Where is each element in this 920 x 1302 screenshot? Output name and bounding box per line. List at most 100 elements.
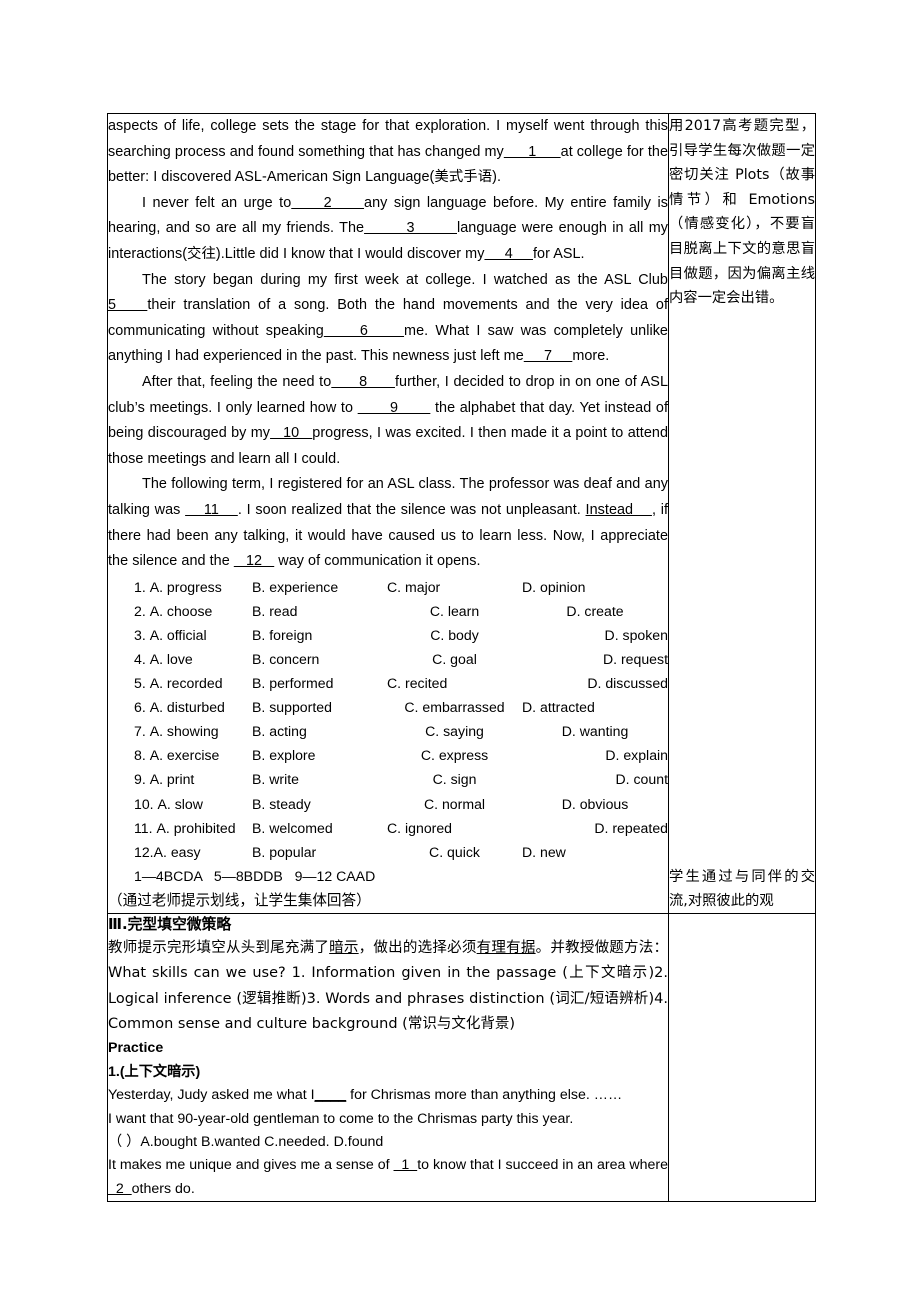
options-list: 1. A. progress B. experience C. major D.… xyxy=(108,575,668,864)
side-note-cell-bottom: 学生通过与同伴的交流,对照彼此的观 xyxy=(668,869,816,1203)
table-row-passage: aspects of life, college sets the stage … xyxy=(107,113,816,914)
option-number-and-a: 9. A. print xyxy=(134,771,195,788)
option-row: 7. A. showing B. acting C. saying D. wan… xyxy=(108,719,668,743)
blank-1: 1 xyxy=(503,143,561,160)
option-number-and-a: 1. A. progress xyxy=(134,578,222,595)
intro-pre: 教师提示完形填空从头到尾充满了 xyxy=(108,939,330,956)
blank-12: 12 xyxy=(233,553,275,570)
option-b: B. write xyxy=(252,771,299,788)
document-page: aspects of life, college sets the stage … xyxy=(0,0,920,1302)
blank-11: 11 xyxy=(185,501,238,518)
q1-post: for Chrismas more than anything else. …… xyxy=(346,1087,623,1104)
option-c: C. learn xyxy=(429,602,480,619)
teacher-instruction-note: （通过老师提示划线，让学生集体回答） xyxy=(108,891,371,909)
passage-paragraph: The story began during my first week at … xyxy=(108,271,669,365)
option-d: D. repeated xyxy=(594,819,668,836)
option-c: C. body xyxy=(430,626,479,643)
passage-paragraph: After that, feeling the need to 8 furthe… xyxy=(108,373,669,467)
option-b: B. concern xyxy=(252,650,320,667)
option-number-and-a: 11. A. prohibited xyxy=(134,819,236,836)
option-b: B. foreign xyxy=(252,626,313,643)
q3-blank-2: 2 xyxy=(108,1180,132,1197)
option-b: B. steady xyxy=(252,795,311,812)
strategy-intro: 教师提示完形填空从头到尾充满了暗示，做出的选择必须有理有据。并教授做题方法：Wh… xyxy=(108,936,668,1038)
side-note-bottom-inner: 学生通过与同伴的交流,对照彼此的观 xyxy=(669,865,815,914)
blank-9: 9 xyxy=(357,399,431,416)
blank-8: 8 xyxy=(331,373,395,390)
option-c: C. major xyxy=(387,578,441,595)
option-b: B. welcomed xyxy=(252,819,333,836)
passage-paragraph: The following term, I registered for an … xyxy=(108,476,668,570)
passage-cell: aspects of life, college sets the stage … xyxy=(107,113,669,914)
option-number-and-a: 7. A. showing xyxy=(134,723,219,740)
option-d: D. attracted xyxy=(522,699,595,716)
lesson-plan-table: aspects of life, college sets the stage … xyxy=(107,113,816,1203)
intro-mid: ，做出的选择必须 xyxy=(358,939,477,956)
option-d: D. new xyxy=(522,843,566,860)
option-d: D. discussed xyxy=(587,675,668,692)
practice-choices: （ ）A.bought B.wanted C.needed. D.found xyxy=(108,1134,384,1151)
table-row-section2: Ⅲ.完型填空微策略 教师提示完形填空从头到尾充满了暗示，做出的选择必须有理有据。… xyxy=(107,869,816,1203)
option-c: C. recited xyxy=(387,675,448,692)
option-row: 4. A. love B. concern C. goal D. request xyxy=(108,647,668,671)
intro-underline-1: 暗示 xyxy=(329,939,359,956)
intro-underline-2: 有理有据 xyxy=(476,939,536,956)
option-b: B. explore xyxy=(252,747,316,764)
option-number-and-a: 10. A. slow xyxy=(134,795,203,812)
passage-paragraph: I never felt an urge to 2 any sign langu… xyxy=(108,194,668,262)
option-c: C. embarrassed xyxy=(404,699,505,716)
side-note-text: 学生通过与同伴的交流,对照彼此的观 xyxy=(669,868,815,910)
passage-body: aspects of life, college sets the stage … xyxy=(108,114,668,575)
option-b: B. popular xyxy=(252,843,317,860)
option-row: 11. A. prohibited B. welcomed C. ignored… xyxy=(108,816,668,840)
option-d: D. request xyxy=(602,650,668,667)
blank-10: 10 xyxy=(270,425,313,442)
blank-6: 6 xyxy=(323,322,405,339)
option-b: B. performed xyxy=(252,675,334,692)
blank-5: 5 xyxy=(108,297,148,314)
option-c: C. normal xyxy=(423,795,486,812)
q3-mid: to know that I succeed in an area where xyxy=(417,1157,669,1174)
option-row: 1. A. progress B. experience C. major D.… xyxy=(108,575,668,599)
option-number-and-a: 4. A. love xyxy=(134,650,193,667)
option-d: D. explain xyxy=(605,747,668,764)
option-c: C. express xyxy=(420,747,489,764)
option-row: 12.A. easy B. popular C. quick D. new xyxy=(108,840,668,864)
option-b: B. acting xyxy=(252,723,307,740)
option-c: C. ignored xyxy=(387,819,453,836)
option-b: B. supported xyxy=(252,699,332,716)
blank-4: 4 xyxy=(484,245,533,262)
option-number-and-a: 5. A. recorded xyxy=(134,675,223,692)
option-number-and-a: 2. A. choose xyxy=(134,602,213,619)
practice-subheading: 1.(上下文暗示) xyxy=(108,1063,201,1080)
side-note-text: 用2017高考题完型，引导学生每次做题一定密切关注 Plots（故事情节）和 E… xyxy=(669,118,815,307)
blank-instead: Instead xyxy=(585,501,652,518)
answer-key: 1—4BCDA 5—8BDDB 9—12 CAAD xyxy=(134,867,376,884)
passage-paragraph: aspects of life, college sets the stage … xyxy=(108,118,668,186)
option-c: C. quick xyxy=(429,843,480,860)
option-row: 10. A. slow B. steady C. normal D. obvio… xyxy=(108,792,668,816)
option-row: 6. A. disturbed B. supported C. embarras… xyxy=(108,695,668,719)
blank-2: 2 xyxy=(291,194,365,211)
practice-question-line-2: I want that 90-year-old gentleman to com… xyxy=(108,1110,574,1127)
q3-post: others do. xyxy=(131,1180,195,1197)
q1-pre: Yesterday, Judy asked me what I xyxy=(108,1087,315,1104)
option-row: 3. A. official B. foreign C. body D. spo… xyxy=(108,623,668,647)
option-d: D. obvious xyxy=(561,795,629,812)
option-row: 5. A. recorded B. performed C. recited D… xyxy=(108,671,668,695)
option-row: 2. A. choose B. read C. learn D. create xyxy=(108,599,668,623)
option-b: B. experience xyxy=(252,578,339,595)
option-number-and-a: 8. A. exercise xyxy=(134,747,220,764)
side-note-cell-top: 用2017高考题完型，引导学生每次做题一定密切关注 Plots（故事情节）和 E… xyxy=(668,113,816,914)
option-c: C. sign xyxy=(432,771,477,788)
option-number-and-a: 3. A. official xyxy=(134,626,207,643)
practice-question-line-3: It makes me unique and gives me a sense … xyxy=(108,1154,668,1201)
q1-blank: ____ xyxy=(314,1087,347,1104)
practice-question-line-1: Yesterday, Judy asked me what I____ for … xyxy=(108,1084,668,1107)
option-d: D. opinion xyxy=(522,578,586,595)
practice-label: Practice xyxy=(108,1040,164,1057)
section-heading: Ⅲ.完型填空微策略 xyxy=(108,915,232,933)
option-c: C. goal xyxy=(432,650,477,667)
option-d: D. create xyxy=(566,602,624,619)
q3-pre: It makes me unique and gives me a sense … xyxy=(108,1157,394,1174)
